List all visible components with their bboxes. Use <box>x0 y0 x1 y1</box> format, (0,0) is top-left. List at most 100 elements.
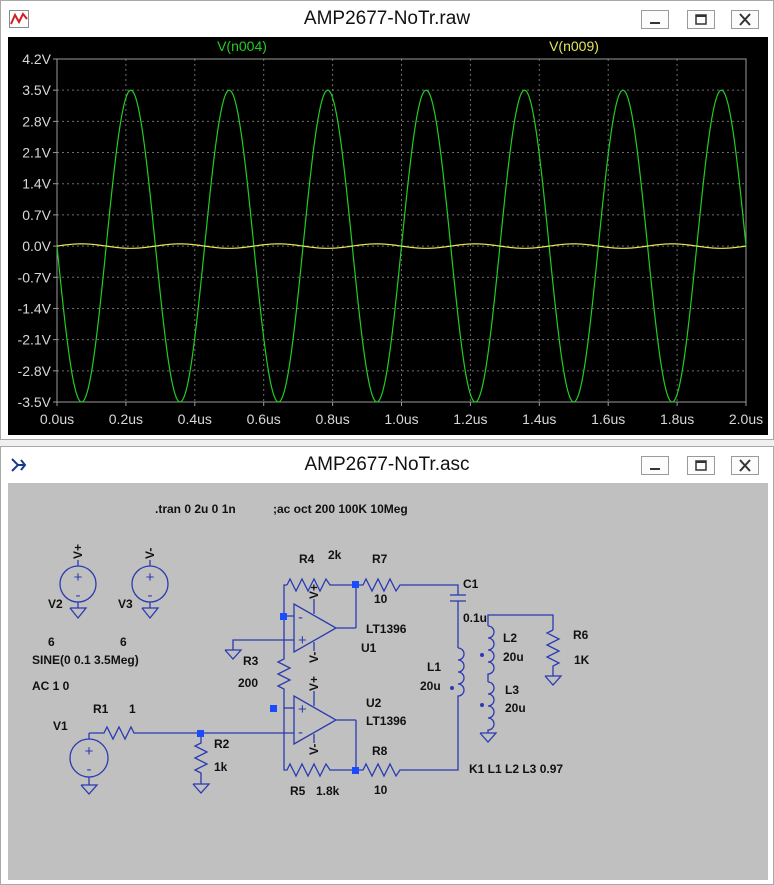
x-tick-label: 0.2us <box>109 411 143 427</box>
y-tick-label: 0.7V <box>22 207 51 223</box>
c1-name[interactable]: C1 <box>463 577 479 591</box>
x-tick-label: 0.0us <box>40 411 74 427</box>
r7-value[interactable]: 10 <box>374 592 388 606</box>
v2-net-label: V+ <box>71 544 85 559</box>
u1-vminus-label: V- <box>307 652 321 663</box>
y-tick-label: 3.5V <box>22 82 51 98</box>
v1-ac-spec[interactable]: AC 1 0 <box>32 679 70 693</box>
schematic-canvas[interactable]: + - + - + - - + + - V+ V- V+ V- V+ V- .t… <box>8 483 768 880</box>
r8-name[interactable]: R8 <box>372 744 388 758</box>
y-tick-label: -3.5V <box>18 394 52 410</box>
x-tick-label: 1.0us <box>384 411 418 427</box>
r4-value[interactable]: 2k <box>328 548 342 562</box>
u1-noninverting-pin: + <box>298 632 307 649</box>
r2-name[interactable]: R2 <box>214 737 230 751</box>
y-tick-label: 0.0V <box>22 238 51 254</box>
tran-directive[interactable]: .tran 0 2u 0 1n <box>155 502 236 516</box>
source-polarity-marks: + - + - + - - + + - <box>74 569 307 778</box>
minimize-icon <box>650 468 660 470</box>
l3-value[interactable]: 20u <box>505 701 526 715</box>
schematic-titlebar[interactable]: AMP2677-NoTr.asc <box>1 447 773 483</box>
v3-name[interactable]: V3 <box>118 597 133 611</box>
close-button[interactable] <box>731 10 759 29</box>
r1-value[interactable]: 1 <box>129 702 136 716</box>
u2-name[interactable]: U2 <box>366 696 382 710</box>
x-tick-label: 2.0us <box>729 411 763 427</box>
y-tick-label: -2.1V <box>18 332 52 348</box>
r6-name[interactable]: R6 <box>573 628 589 642</box>
legend-trace-1[interactable]: V(n004) <box>217 38 267 54</box>
maximize-icon <box>695 460 707 471</box>
v1-name[interactable]: V1 <box>53 719 68 733</box>
v1-plus: + <box>85 743 94 760</box>
u1-vplus-label: V+ <box>307 584 321 599</box>
y-axis-ticks: 4.2V 3.5V 2.8V 2.1V 1.4V 0.7V 0.0V -0.7V -1.4V -2… <box>18 51 57 410</box>
r5-value[interactable]: 1.8k <box>316 784 340 798</box>
y-tick-label: -0.7V <box>18 269 52 285</box>
minimize-button[interactable] <box>641 456 669 475</box>
close-icon <box>739 459 751 472</box>
u2-inverting-pin: - <box>298 724 303 741</box>
l1-name[interactable]: L1 <box>427 660 441 674</box>
c1-value[interactable]: 0.1u <box>463 611 487 625</box>
plot-grid <box>56 58 747 403</box>
y-tick-label: 2.1V <box>22 145 51 161</box>
u2-vminus-label: V- <box>307 744 321 755</box>
l2-value[interactable]: 20u <box>503 650 524 664</box>
waveform-chart[interactable]: 4.2V 3.5V 2.8V 2.1V 1.4V 0.7V 0.0V -0.7V -1.4V -2… <box>8 37 768 435</box>
x-tick-label: 0.6us <box>247 411 281 427</box>
l1-value[interactable]: 20u <box>420 679 441 693</box>
v2-name[interactable]: V2 <box>48 597 63 611</box>
v3-plus: + <box>146 569 155 586</box>
close-button[interactable] <box>731 456 759 475</box>
r2-value[interactable]: 1k <box>214 760 228 774</box>
y-tick-label: -1.4V <box>18 300 52 316</box>
y-tick-label: 1.4V <box>22 176 51 192</box>
r5-name[interactable]: R5 <box>290 784 306 798</box>
v3-net-label: V- <box>143 548 157 559</box>
waveform-plot-area[interactable]: 4.2V 3.5V 2.8V 2.1V 1.4V 0.7V 0.0V -0.7V -1.4V -2… <box>8 37 768 435</box>
schematic-window: AMP2677-NoTr.asc + - + - + - - + + - V+ … <box>0 446 774 885</box>
u1-inverting-pin: - <box>298 609 303 626</box>
v1-minus: - <box>87 761 92 778</box>
u2-vplus-label: V+ <box>307 676 321 691</box>
u1-model[interactable]: LT1396 <box>366 622 407 636</box>
l2-name[interactable]: L2 <box>503 631 517 645</box>
minimize-icon <box>650 22 660 24</box>
v1-sine-spec[interactable]: SINE(0 0.1 3.5Meg) <box>32 653 139 667</box>
r3-name[interactable]: R3 <box>243 654 259 668</box>
x-tick-label: 1.2us <box>453 411 487 427</box>
legend-trace-2[interactable]: V(n009) <box>549 38 599 54</box>
coupling-directive[interactable]: K1 L1 L2 L3 0.97 <box>469 762 563 776</box>
maximize-icon <box>695 14 707 25</box>
r3-value[interactable]: 200 <box>238 676 258 690</box>
r8-value[interactable]: 10 <box>374 783 388 797</box>
maximize-button[interactable] <box>687 10 715 29</box>
x-axis-ticks: 0.0us 0.2us 0.4us 0.6us 0.8us 1.0us 1.2us 1.4us… <box>40 402 763 427</box>
maximize-button[interactable] <box>687 456 715 475</box>
r4-name[interactable]: R4 <box>299 552 315 566</box>
u2-noninverting-pin: + <box>298 701 307 718</box>
schematic-drawing[interactable]: + - + - + - - + + - V+ V- V+ V- V+ V- .t… <box>8 483 768 880</box>
inductor-polarity-dots <box>450 653 484 707</box>
u2-model[interactable]: LT1396 <box>366 714 407 728</box>
x-tick-label: 1.6us <box>591 411 625 427</box>
v3-value[interactable]: 6 <box>120 635 127 649</box>
waveform-titlebar[interactable]: AMP2677-NoTr.raw <box>1 1 773 37</box>
y-tick-label: 4.2V <box>22 51 51 67</box>
close-icon <box>739 13 751 26</box>
r1-name[interactable]: R1 <box>93 702 109 716</box>
r6-value[interactable]: 1K <box>574 653 590 667</box>
x-tick-label: 0.8us <box>315 411 349 427</box>
x-tick-label: 1.4us <box>522 411 556 427</box>
x-tick-label: 0.4us <box>178 411 212 427</box>
r7-name[interactable]: R7 <box>372 552 388 566</box>
waveform-window: AMP2677-NoTr.raw 4.2V 3.5V 2.8V 2.1V 1.4V 0.7… <box>0 0 774 440</box>
v3-minus: - <box>148 587 153 604</box>
v2-minus: - <box>76 587 81 604</box>
minimize-button[interactable] <box>641 10 669 29</box>
u1-name[interactable]: U1 <box>361 641 377 655</box>
l3-name[interactable]: L3 <box>505 683 519 697</box>
ac-directive[interactable]: ;ac oct 200 100K 10Meg <box>273 502 408 516</box>
v2-value[interactable]: 6 <box>48 635 55 649</box>
